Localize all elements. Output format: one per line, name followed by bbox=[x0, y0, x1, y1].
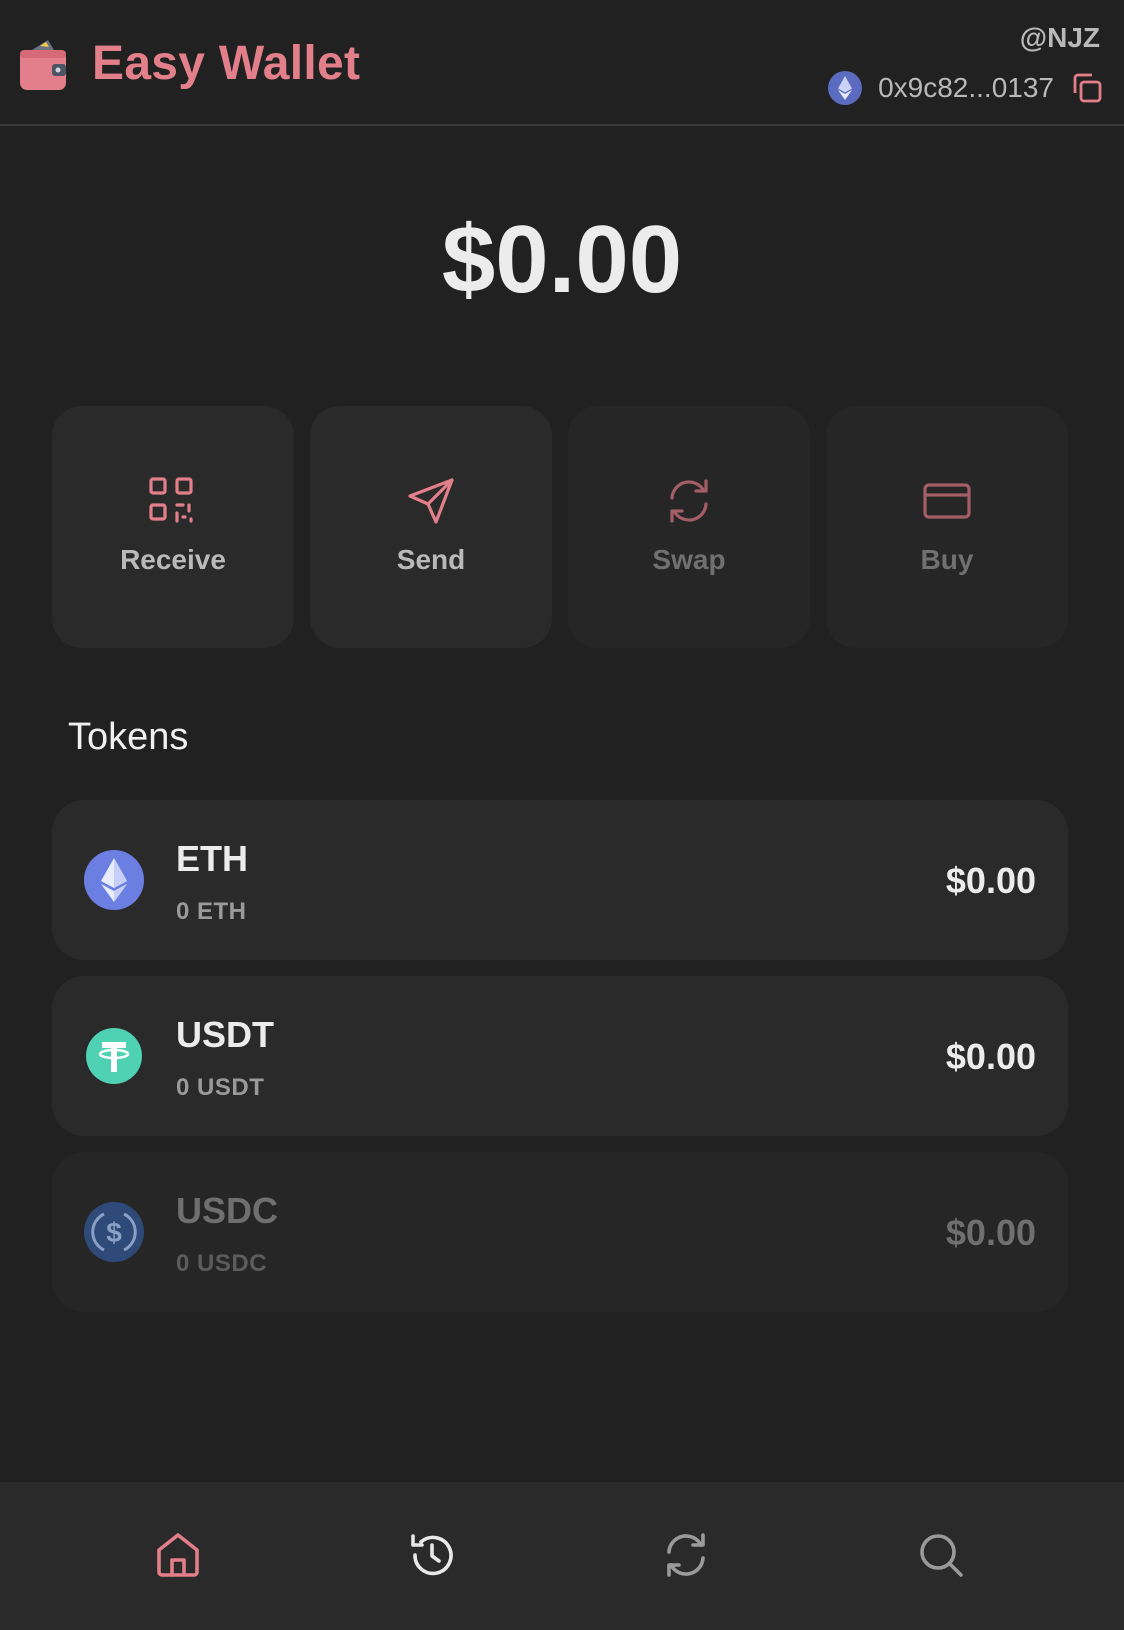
search-icon[interactable] bbox=[916, 1530, 966, 1580]
credit-card-icon bbox=[923, 483, 971, 519]
swap-label: Swap bbox=[652, 544, 726, 575]
copy-icon[interactable] bbox=[1070, 71, 1104, 105]
token-amount: 0 USDC bbox=[176, 1250, 268, 1277]
token-amount: 0 ETH bbox=[176, 898, 247, 925]
qr-code-icon bbox=[149, 477, 193, 523]
token-row-eth[interactable]: ETH 0 ETH $0.00 bbox=[52, 800, 1068, 960]
token-name: USDT bbox=[176, 1014, 274, 1055]
app-title: Easy Wallet bbox=[92, 37, 361, 90]
svg-text:$: $ bbox=[106, 1217, 122, 1248]
wallet-address-row[interactable]: 0x9c82...0137 bbox=[828, 68, 1104, 108]
send-label: Send bbox=[396, 544, 466, 575]
tether-icon bbox=[86, 1028, 142, 1084]
receive-button[interactable]: Receive bbox=[52, 406, 294, 648]
token-value: $0.00 bbox=[945, 1212, 1036, 1253]
tokens-heading: Tokens bbox=[68, 716, 189, 758]
app-header: Easy Wallet @NJZ 0x9c82...0137 bbox=[0, 0, 1124, 126]
wallet-logo-icon bbox=[20, 40, 66, 90]
buy-button[interactable]: Buy bbox=[826, 406, 1068, 648]
ethereum-icon bbox=[84, 850, 144, 910]
usdc-icon: $ bbox=[84, 1202, 144, 1262]
token-name: USDC bbox=[176, 1190, 279, 1231]
history-icon[interactable] bbox=[407, 1530, 457, 1580]
swap-button[interactable]: Swap bbox=[568, 406, 810, 648]
ethereum-icon bbox=[828, 71, 863, 105]
action-buttons: Receive Send Swap Buy bbox=[52, 406, 1068, 648]
total-balance: $0.00 bbox=[441, 206, 683, 313]
token-row-usdt[interactable]: USDT 0 USDT $0.00 bbox=[52, 976, 1068, 1136]
send-icon bbox=[408, 478, 454, 524]
receive-label: Receive bbox=[120, 544, 226, 575]
username: @NJZ bbox=[1019, 22, 1100, 53]
bottom-navigation bbox=[0, 1482, 1124, 1630]
token-row-usdc[interactable]: $ USDC 0 USDC $0.00 bbox=[52, 1152, 1068, 1312]
swap-icon bbox=[670, 479, 708, 523]
send-button[interactable]: Send bbox=[310, 406, 552, 648]
buy-label: Buy bbox=[920, 544, 974, 575]
token-value: $0.00 bbox=[945, 1036, 1036, 1077]
wallet-address: 0x9c82...0137 bbox=[878, 72, 1054, 103]
token-amount: 0 USDT bbox=[176, 1074, 265, 1101]
token-value: $0.00 bbox=[945, 860, 1036, 901]
swap-icon[interactable] bbox=[661, 1530, 711, 1580]
home-icon[interactable] bbox=[153, 1530, 203, 1580]
token-name: ETH bbox=[176, 838, 248, 879]
